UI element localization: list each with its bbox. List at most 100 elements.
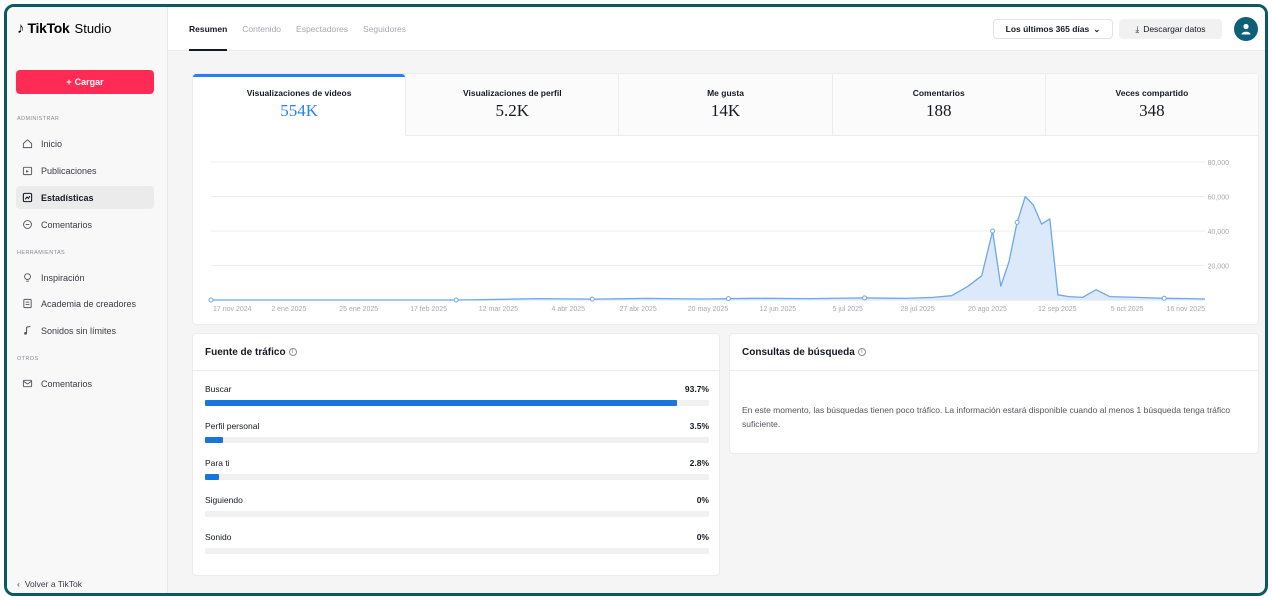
sidebar-item-sonidos[interactable]: Sonidos sin límites [16,319,154,342]
folder-icon [22,165,33,176]
sidebar-item-feedback[interactable]: Comentarios [16,372,154,395]
avatar[interactable] [1234,17,1258,41]
info-icon[interactable]: i [857,348,866,356]
chart-x-tick-label: 12 sep 2025 [1038,306,1077,313]
sidebar-item-comentarios[interactable]: Comentarios [16,213,154,236]
metric-value: 554K [280,101,318,120]
mail-icon [22,378,33,389]
logo-brand-text: TikTok [27,20,70,36]
metric-tab-comments[interactable]: Comentarios 188 [832,74,1046,136]
traffic-source-name: Perfil personal [205,421,260,431]
metrics-card: Visualizaciones de videos 554K Visualiza… [192,73,1259,325]
chart-x-tick-label: 12 mar 2025 [479,306,518,313]
chevron-left-icon: ‹ [17,579,20,589]
logo-product-text: Studio [74,20,112,36]
traffic-card-title: Fuente de tráfico [205,346,286,358]
views-chart[interactable]: 20,000 40,000 60,000 80,000 17 nov 2024 2 ene… [193,136,1260,326]
chart-x-tick-label: 25 ene 2025 [339,306,378,313]
lightbulb-icon [22,272,33,283]
tiktok-studio-logo[interactable]: ♪ TikTok Studio [17,17,111,39]
metric-tab-shares[interactable]: Veces compartido 348 [1045,74,1259,136]
traffic-source-percent: 3.5% [689,421,709,431]
chart-data-point [1014,219,1020,225]
traffic-source-name: Buscar [205,384,232,394]
sidebar-item-inspiracion[interactable]: Inspiración [16,266,154,289]
date-range-label: Los últimos 365 días [1005,24,1090,34]
metric-label: Veces compartido [1115,88,1189,98]
sidebar-item-inicio[interactable]: Inicio [16,132,154,155]
traffic-row: Sonido 0% [205,532,709,560]
metric-value: 5.2K [495,101,530,120]
tiktok-logo-icon: ♪ [17,19,25,37]
sidebar-item-label: Comentarios [41,378,93,389]
traffic-bar-track [205,400,709,406]
top-bar: Resumen Contenido Espectadores Seguidore… [168,7,1265,51]
user-avatar-icon [1241,23,1251,35]
metric-label: Comentarios [912,88,965,98]
chart-y-tick-label: 20,000 [1208,264,1230,271]
sidebar-item-publicaciones[interactable]: Publicaciones [16,159,154,182]
metric-tab-likes[interactable]: Me gusta 14K [619,74,833,136]
metric-tab-video-views[interactable]: Visualizaciones de videos 554K [193,74,407,136]
tab-resumen[interactable]: Resumen [189,7,228,51]
chart-data-point [453,297,459,303]
section-label-admin: ADMINISTRAR [17,116,60,122]
chart-x-tick-label: 28 jul 2025 [900,306,934,313]
chart-data-point [725,296,731,302]
download-icon: ⤓ [1135,23,1140,34]
chart-y-tick-label: 60,000 [1208,195,1230,202]
chart-x-tick-label: 20 may 2025 [688,306,729,313]
chart-area-fill [211,196,1205,300]
sidebar-item-label: Inicio [41,138,63,149]
metric-label: Me gusta [707,88,744,98]
traffic-bar-track [205,474,709,480]
traffic-source-name: Sonido [205,532,232,542]
sidebar-item-label: Inspiración [41,272,85,283]
tab-seguidores[interactable]: Seguidores [363,7,406,51]
traffic-bar-fill [205,400,678,406]
plus-icon: + [66,77,72,87]
traffic-bar-fill [205,474,220,480]
download-button-label: Descargar datos [1143,24,1206,34]
sidebar-item-label: Comentarios [41,219,93,230]
traffic-source-percent: 93.7% [684,384,709,394]
traffic-bar-fill [205,437,223,443]
upload-button-label: Cargar [74,77,104,87]
back-to-tiktok-link[interactable]: ‹ Volver a TikTok [17,579,82,589]
app-window: ♪ TikTok Studio + Cargar ADMINISTRAR Ini… [4,4,1268,596]
tab-contenido[interactable]: Contenido [242,7,281,51]
sidebar-item-label: Sonidos sin límites [41,325,117,336]
chart-data-point [990,228,996,234]
download-data-button[interactable]: ⤓ Descargar datos [1119,19,1222,39]
book-icon [22,298,33,309]
home-icon [22,138,33,149]
metric-tabs: Visualizaciones de videos 554K Visualiza… [193,74,1259,136]
traffic-row: Buscar 93.7% [205,384,709,412]
traffic-source-name: Siguiendo [205,495,243,505]
chart-x-tick-label: 5 jul 2025 [833,306,863,313]
chart-y-tick-label: 40,000 [1208,229,1230,236]
search-card-header: Consultas de búsqueda i [730,334,1258,371]
traffic-row: Para ti 2.8% [205,458,709,486]
metric-value: 348 [1139,101,1165,120]
traffic-card-header: Fuente de tráfico i [193,334,719,371]
chart-x-tick-label: 17 feb 2025 [410,306,447,313]
sidebar-item-label: Estadísticas [41,192,94,203]
metric-tab-profile-views[interactable]: Visualizaciones de perfil 5.2K [406,74,620,136]
traffic-bar-track [205,511,709,517]
metric-label: Visualizaciones de videos [246,88,352,98]
section-label-other: OTROS [17,356,39,362]
date-range-select[interactable]: Los últimos 365 días ⌄ [993,19,1113,39]
analytics-icon [22,192,33,203]
back-link-label: Volver a TikTok [24,579,83,589]
upload-button[interactable]: + Cargar [16,70,154,94]
chart-x-tick-label: 27 abr 2025 [619,306,656,313]
tab-espectadores[interactable]: Espectadores [296,7,348,51]
sidebar-item-label: Academia de creadores [41,298,137,309]
sidebar-item-estadisticas[interactable]: Estadísticas [16,186,154,209]
chart-y-tick-label: 80,000 [1208,160,1230,167]
info-icon[interactable]: i [288,348,297,356]
sidebar-item-academia[interactable]: Academia de creadores [16,292,154,315]
analytics-tabs: Resumen Contenido Espectadores Seguidore… [189,7,406,51]
metric-value: 188 [925,101,952,120]
